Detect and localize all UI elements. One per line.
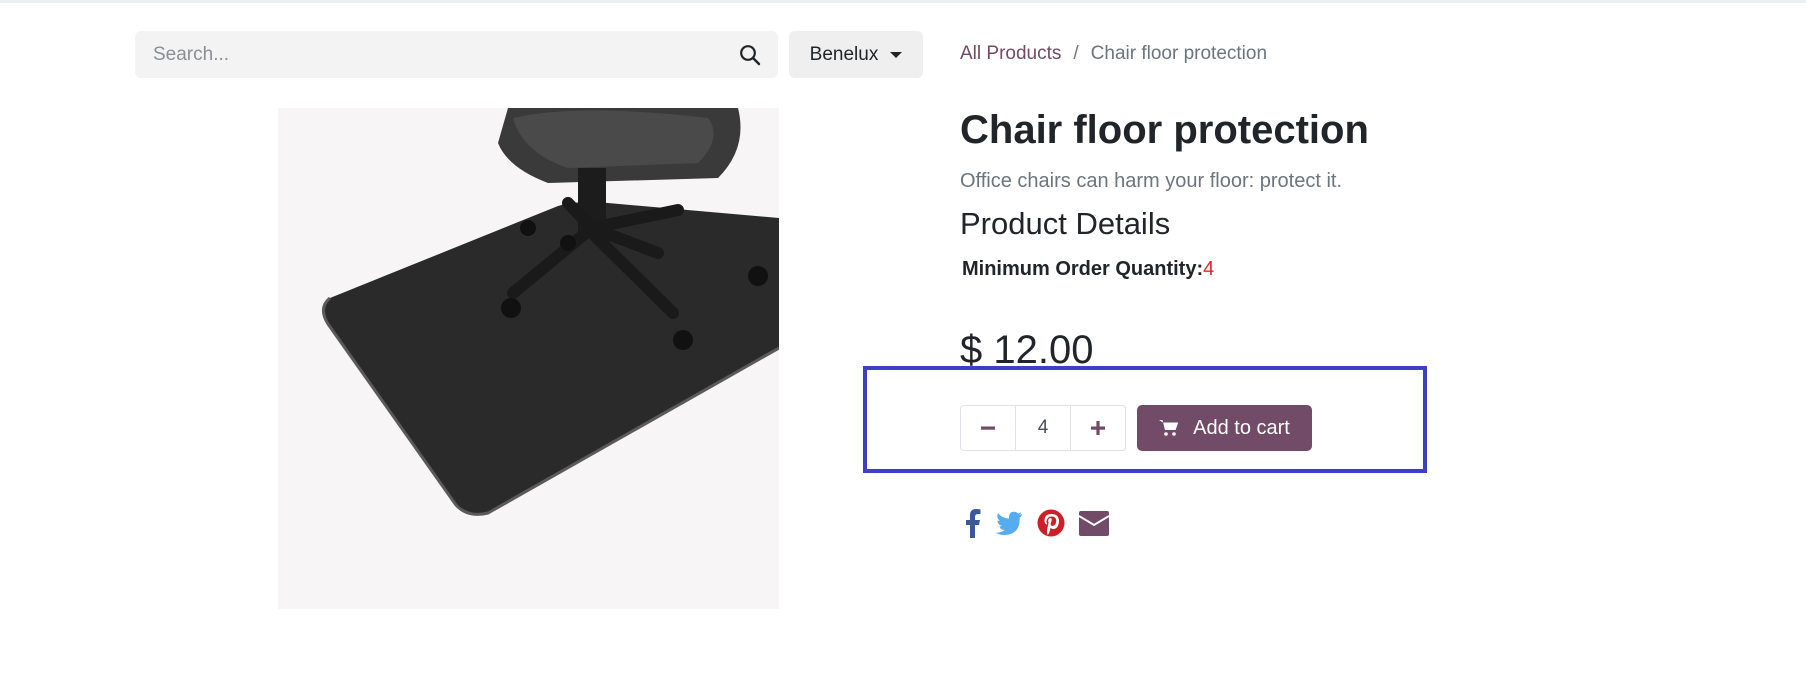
quantity-input[interactable]: 4 bbox=[1015, 406, 1071, 450]
breadcrumb: All Products / Chair floor protection bbox=[960, 43, 1267, 65]
pricelist-label: Benelux bbox=[809, 43, 879, 65]
cart-icon bbox=[1159, 420, 1179, 436]
share-links bbox=[963, 508, 1109, 538]
add-to-cart-label: Add to cart bbox=[1193, 416, 1290, 439]
pricelist-dropdown[interactable]: Benelux bbox=[789, 31, 923, 78]
breadcrumb-separator: / bbox=[1073, 43, 1079, 64]
product-description: Office chairs can harm your floor: prote… bbox=[960, 170, 1343, 192]
top-border bbox=[0, 0, 1806, 3]
increase-quantity-button[interactable] bbox=[1071, 406, 1125, 450]
breadcrumb-all-products[interactable]: All Products bbox=[960, 43, 1061, 65]
plus-icon bbox=[1090, 421, 1105, 435]
caret-down-icon bbox=[890, 51, 903, 58]
product-title: Chair floor protection bbox=[960, 108, 1369, 152]
twitter-icon[interactable] bbox=[995, 511, 1023, 535]
minus-icon bbox=[981, 426, 996, 430]
product-price: $ 12.00 bbox=[960, 328, 1094, 372]
min-qty-label: Minimum Order Quantity: bbox=[962, 258, 1204, 280]
pinterest-icon[interactable] bbox=[1037, 509, 1065, 537]
search-box[interactable] bbox=[135, 31, 778, 78]
add-to-cart-button[interactable]: Add to cart bbox=[1137, 405, 1312, 451]
quantity-stepper: 4 bbox=[960, 405, 1126, 451]
product-details-heading: Product Details bbox=[960, 206, 1171, 241]
min-qty-value: 4 bbox=[1203, 258, 1215, 280]
facebook-icon[interactable] bbox=[963, 508, 981, 538]
breadcrumb-current: Chair floor protection bbox=[1090, 43, 1268, 64]
search-icon[interactable] bbox=[738, 43, 762, 67]
minimum-order-quantity: Minimum Order Quantity:4 bbox=[962, 258, 1214, 281]
email-icon[interactable] bbox=[1079, 510, 1109, 536]
decrease-quantity-button[interactable] bbox=[961, 406, 1015, 450]
search-input[interactable] bbox=[151, 42, 738, 67]
product-image bbox=[278, 108, 779, 609]
